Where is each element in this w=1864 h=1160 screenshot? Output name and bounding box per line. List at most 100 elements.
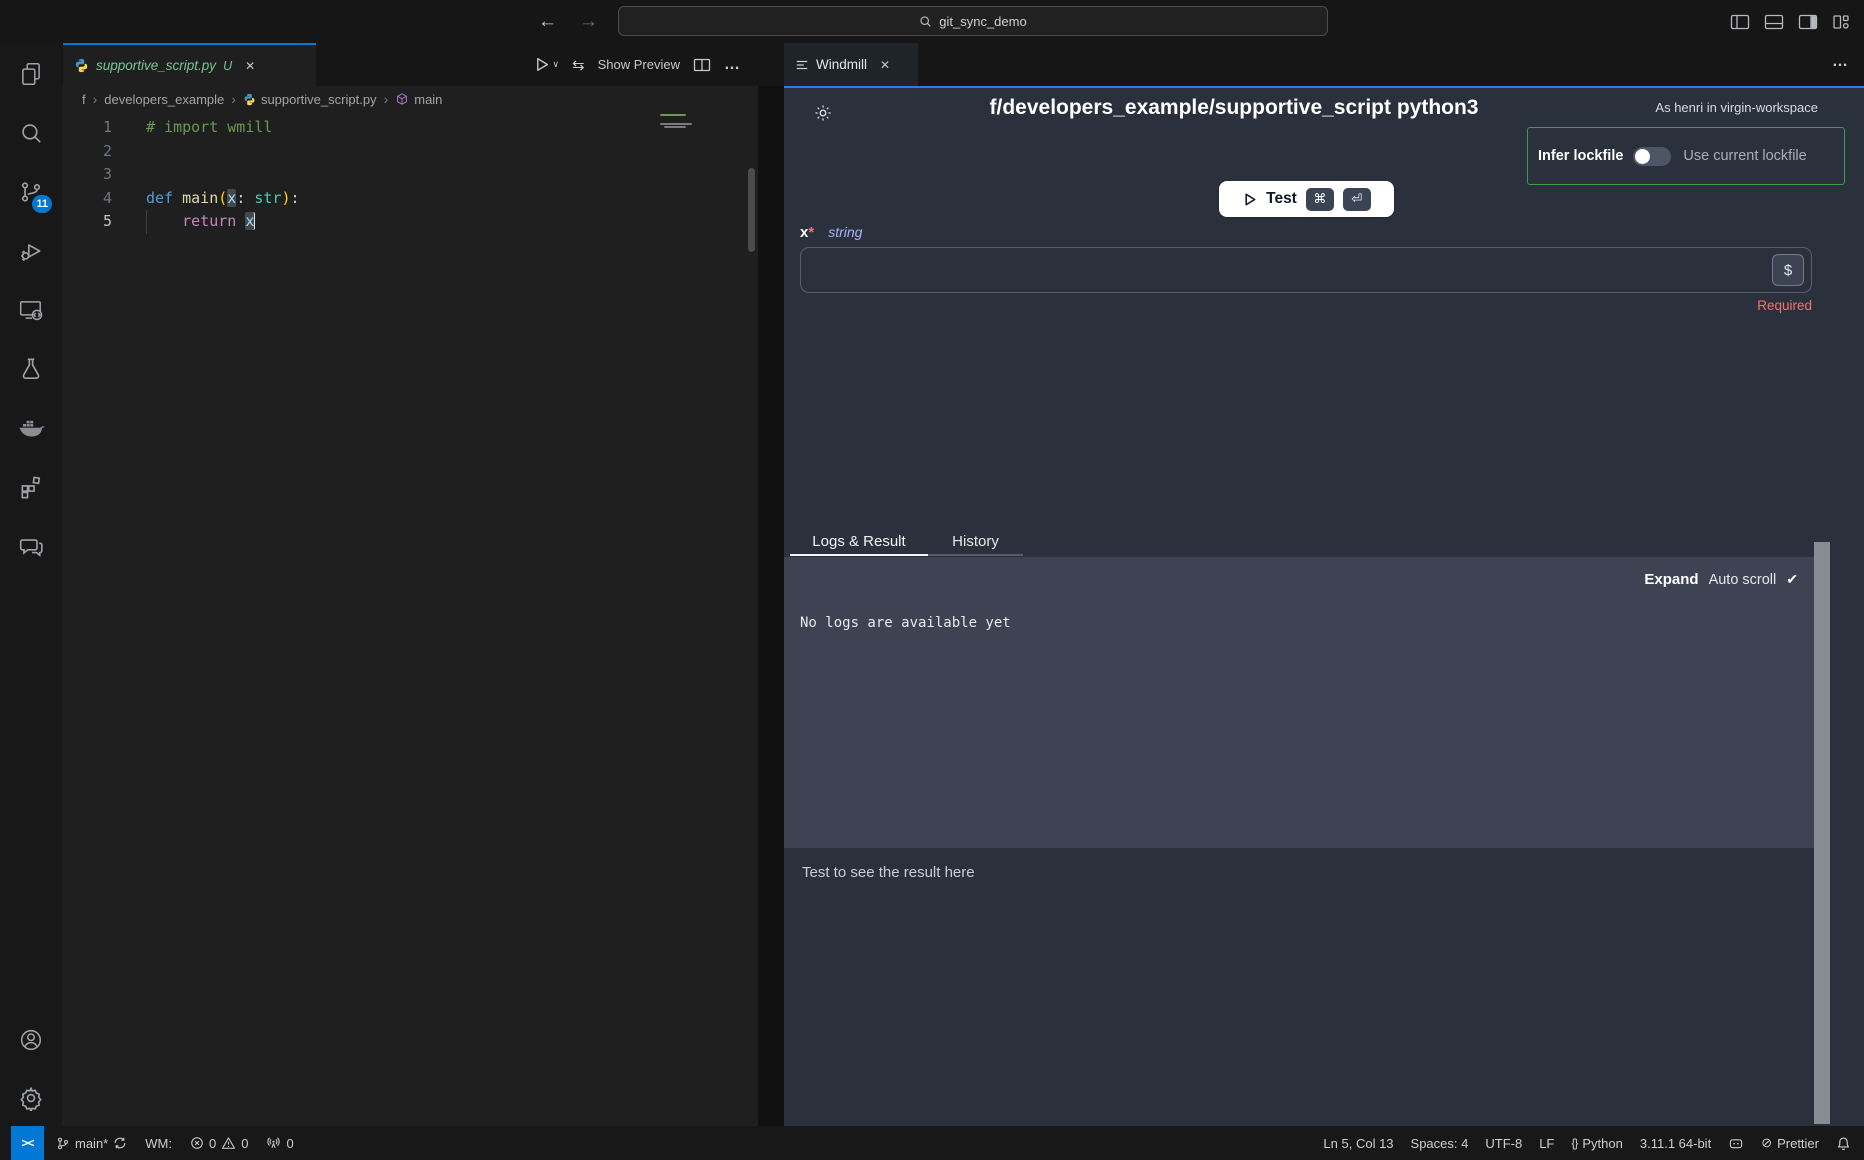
- split-editor-icon[interactable]: [693, 57, 711, 73]
- windmill-tab-bar: Windmill ✕ …: [784, 43, 1864, 86]
- script-path-title: f/developers_example/supportive_script p…: [844, 96, 1624, 120]
- x-input-container: $: [800, 247, 1812, 293]
- tab-windmill[interactable]: Windmill ✕: [784, 43, 918, 86]
- tab-logs-result[interactable]: Logs & Result: [790, 528, 928, 556]
- notifications-bell-icon[interactable]: [1836, 1136, 1851, 1151]
- history-back-button[interactable]: ←: [538, 11, 557, 33]
- status-bar: >< main* WM: 0 0 0 Ln 5, Col 13 Spaces: …: [0, 1126, 1864, 1160]
- indentation-status[interactable]: Spaces: 4: [1411, 1136, 1469, 1151]
- code-line-5[interactable]: 5 return x: [62, 210, 758, 234]
- line-number: 3: [62, 163, 112, 187]
- remote-icon: ><: [21, 1136, 33, 1150]
- line-number: 5: [62, 210, 112, 234]
- windmill-list-icon: [795, 58, 809, 72]
- x-input[interactable]: [811, 252, 1751, 288]
- wm-status[interactable]: WM:: [145, 1136, 172, 1151]
- code-editor[interactable]: 1# import wmill234def main(x: str):5 ret…: [62, 112, 758, 1126]
- line-number: 4: [62, 187, 112, 211]
- branch-status[interactable]: main*: [56, 1136, 127, 1151]
- infer-lockfile-label: Infer lockfile: [1538, 148, 1623, 164]
- breadcrumb-separator: ›: [384, 91, 389, 107]
- tab-close-icon[interactable]: ✕: [245, 59, 255, 73]
- command-center-search[interactable]: git_sync_demo: [618, 6, 1328, 36]
- settings-gear-icon[interactable]: [7, 1074, 55, 1122]
- required-star: *: [808, 224, 814, 241]
- line-number: 2: [62, 140, 112, 164]
- auto-scroll-check-icon[interactable]: ✔: [1786, 571, 1798, 588]
- lockfile-toggle[interactable]: [1633, 147, 1671, 166]
- symbol-cube-icon: [395, 92, 409, 106]
- breadcrumb-symbol-main[interactable]: main: [395, 92, 442, 107]
- windmill-panel: f/developers_example/supportive_script p…: [784, 88, 1864, 1126]
- minimap[interactable]: [660, 114, 704, 140]
- run-python-file-button[interactable]: ∨: [533, 56, 559, 73]
- run-dropdown-icon[interactable]: ∨: [552, 59, 559, 70]
- variable-picker-button[interactable]: $: [1772, 254, 1804, 286]
- code-line-1[interactable]: 1# import wmill: [62, 116, 758, 140]
- cursor-position-status[interactable]: Ln 5, Col 13: [1323, 1136, 1393, 1151]
- tab-history[interactable]: History: [928, 528, 1023, 556]
- tab-supportive-script[interactable]: supportive_script.py U ✕: [63, 43, 316, 86]
- breadcrumb-file[interactable]: supportive_script.py: [243, 92, 377, 107]
- language-mode-status[interactable]: {} Python: [1571, 1136, 1623, 1151]
- logs-empty-message: No logs are available yet: [800, 615, 1011, 631]
- search-value: git_sync_demo: [939, 14, 1026, 29]
- toggle-primary-sidebar-icon[interactable]: [1730, 13, 1750, 31]
- play-icon: [1242, 192, 1257, 207]
- explorer-icon[interactable]: [7, 50, 55, 98]
- editor-actions-more-icon[interactable]: …: [724, 56, 740, 74]
- use-current-lockfile-label: Use current lockfile: [1683, 148, 1806, 164]
- eol-status[interactable]: LF: [1539, 1136, 1554, 1151]
- editor-scrollbar[interactable]: [748, 168, 755, 252]
- python-runtime-status[interactable]: 3.11.1 64-bit: [1640, 1136, 1711, 1151]
- expand-button[interactable]: Expand: [1644, 571, 1698, 588]
- lockfile-box: Infer lockfile Use current lockfile: [1527, 127, 1845, 185]
- problems-status[interactable]: 0 0: [190, 1136, 248, 1151]
- breadcrumb-root[interactable]: f: [82, 92, 86, 107]
- cmd-key-badge: ⌘: [1306, 188, 1334, 211]
- open-changes-icon[interactable]: ⇆: [572, 56, 585, 74]
- radio-tower-icon: [266, 1136, 281, 1150]
- run-context: As henri in virgin-workspace: [1655, 100, 1818, 115]
- code-line-2[interactable]: 2: [62, 140, 758, 164]
- required-message: Required: [1757, 298, 1812, 313]
- toggle-panel-icon[interactable]: [1764, 13, 1784, 31]
- error-icon: [190, 1136, 204, 1150]
- extensions-icon[interactable]: [7, 463, 55, 511]
- history-forward-button[interactable]: →: [579, 11, 598, 33]
- encoding-status[interactable]: UTF-8: [1485, 1136, 1522, 1151]
- copilot-icon[interactable]: [1728, 1136, 1744, 1151]
- toggle-knob: [1635, 149, 1650, 164]
- customize-layout-icon[interactable]: [1832, 13, 1850, 31]
- result-placeholder: Test to see the result here: [802, 864, 975, 881]
- panel-scrollbar[interactable]: [1814, 542, 1830, 1124]
- breadcrumb: f › developers_example › supportive_scri…: [62, 86, 758, 112]
- source-control-icon[interactable]: 11: [7, 168, 55, 216]
- editor-group-sash[interactable]: [758, 86, 784, 1126]
- activity-bar: 11: [0, 43, 62, 1126]
- code-line-3[interactable]: 3: [62, 163, 758, 187]
- search-sidebar-icon[interactable]: [7, 109, 55, 157]
- windmill-actions-more-icon[interactable]: …: [1832, 53, 1848, 71]
- breadcrumb-folder[interactable]: developers_example: [104, 92, 224, 107]
- test-button[interactable]: Test ⌘ ⏎: [1219, 181, 1394, 217]
- show-preview-button[interactable]: Show Preview: [598, 57, 680, 72]
- toggle-secondary-sidebar-icon[interactable]: [1798, 13, 1818, 31]
- indent-guide: [146, 210, 147, 234]
- run-debug-icon[interactable]: [7, 227, 55, 275]
- windmill-tab-close-icon[interactable]: ✕: [880, 58, 890, 72]
- prettier-status[interactable]: ⊘ Prettier: [1761, 1135, 1819, 1151]
- comments-icon[interactable]: [7, 522, 55, 570]
- accounts-icon[interactable]: [7, 1016, 55, 1064]
- ports-status[interactable]: 0: [266, 1136, 293, 1151]
- auto-scroll-label[interactable]: Auto scroll: [1709, 572, 1777, 588]
- field-name: x: [800, 224, 808, 241]
- line-number: 1: [62, 116, 112, 140]
- testing-icon[interactable]: [7, 345, 55, 393]
- remote-explorer-icon[interactable]: [7, 286, 55, 334]
- theme-sun-icon[interactable]: [813, 103, 833, 123]
- sync-icon: [113, 1136, 127, 1150]
- code-line-4[interactable]: 4def main(x: str):: [62, 187, 758, 211]
- docker-icon[interactable]: [7, 404, 55, 452]
- remote-indicator[interactable]: ><: [11, 1126, 44, 1160]
